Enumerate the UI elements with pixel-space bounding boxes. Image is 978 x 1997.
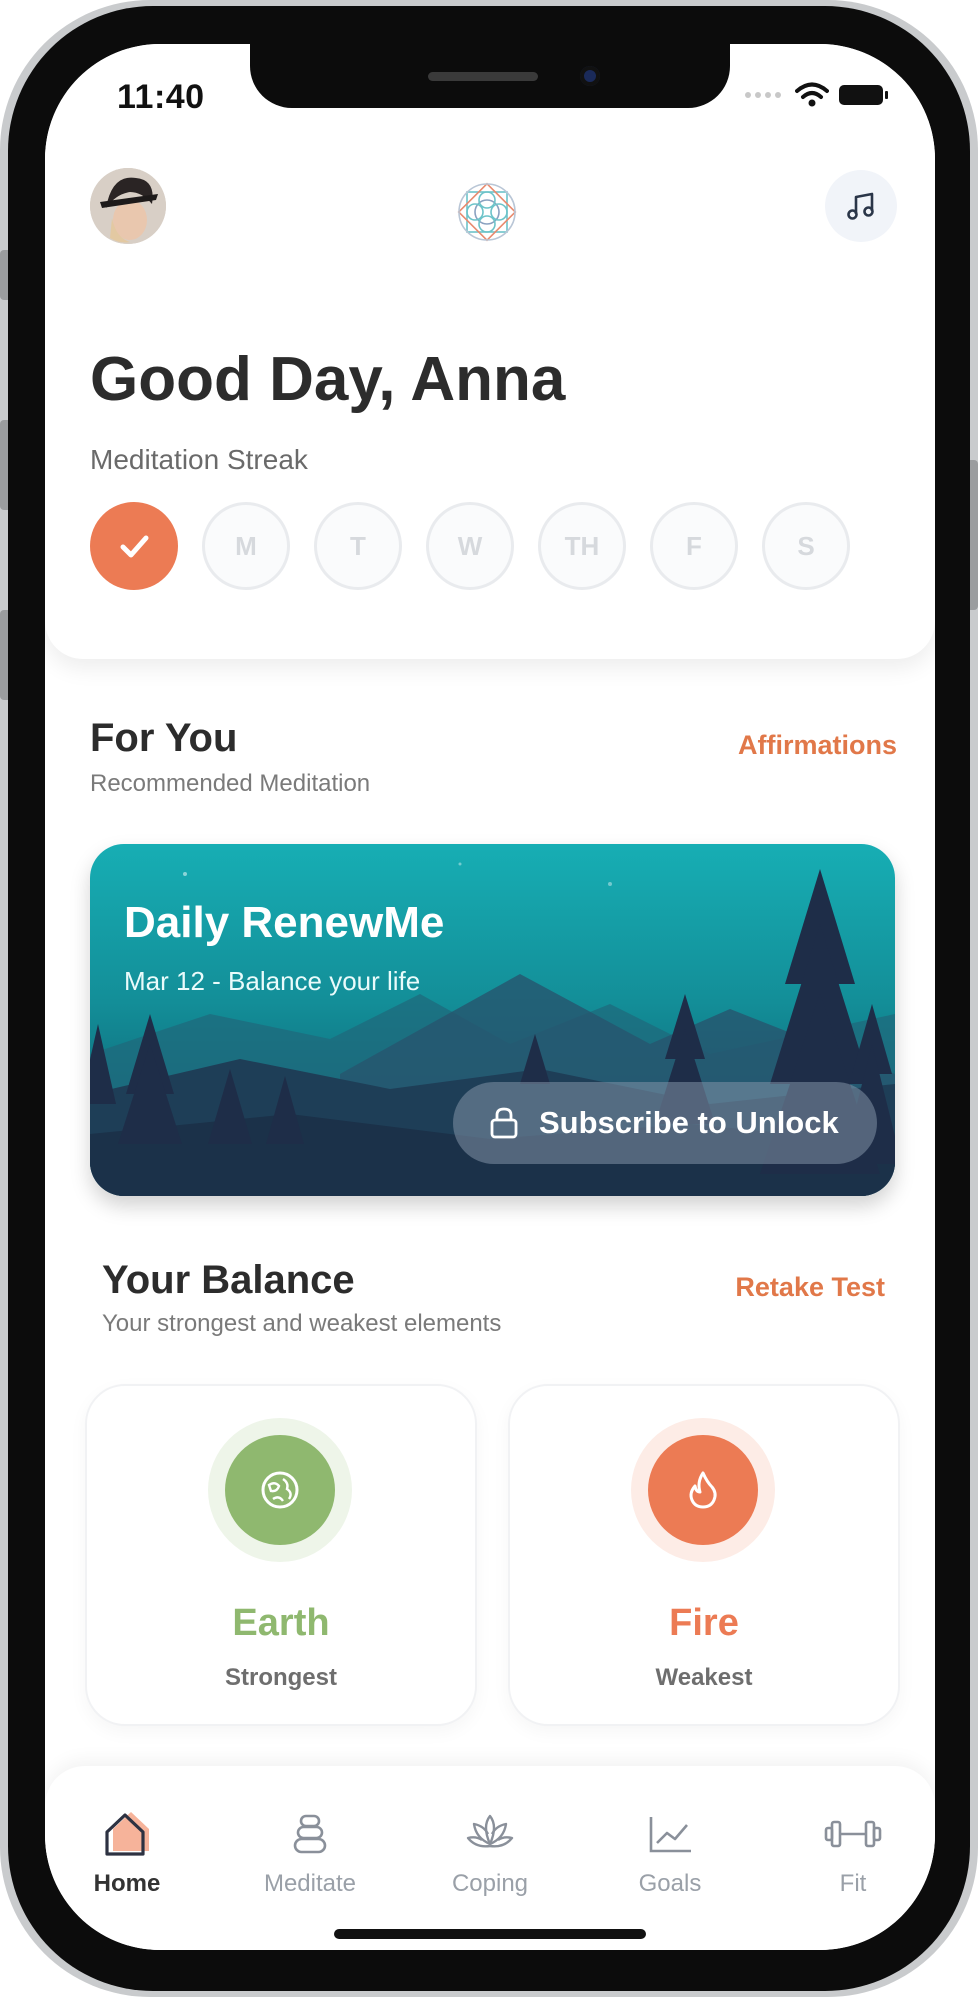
app-logo-icon (447, 172, 527, 252)
your-balance-subtitle: Your strongest and weakest elements (102, 1310, 502, 1337)
dumbbell-icon (824, 1820, 882, 1848)
streak-day-today[interactable] (90, 502, 178, 590)
tab-goals[interactable]: Goals (600, 1806, 740, 1898)
lock-icon (490, 1107, 518, 1139)
lotus-icon (466, 1814, 514, 1848)
balance-card-earth[interactable]: Earth Strongest (85, 1384, 477, 1726)
earth-name: Earth (232, 1602, 330, 1644)
home-indicator[interactable] (334, 1929, 646, 1939)
fire-ring (631, 1418, 775, 1562)
speaker (428, 72, 538, 81)
balance-card-fire[interactable]: Fire Weakest (508, 1384, 900, 1726)
tab-home-label: Home (93, 1870, 161, 1897)
front-camera (580, 66, 600, 86)
tab-fit-label: Fit (839, 1870, 867, 1897)
tab-fit[interactable]: Fit (783, 1806, 923, 1898)
screen: 11:40 Good Day, Anna Meditation Streak M… (45, 44, 935, 1950)
streak-day-saturday[interactable]: S (762, 502, 850, 590)
streak-day-friday[interactable]: F (650, 502, 738, 590)
streak-day-thursday[interactable]: TH (538, 502, 626, 590)
streak-day-tuesday[interactable]: T (314, 502, 402, 590)
stones-icon (293, 1814, 327, 1854)
streak-days: M T W TH F S (90, 502, 850, 590)
subscribe-to-unlock-button[interactable]: Subscribe to Unlock (453, 1082, 877, 1164)
tab-goals-label: Goals (638, 1870, 702, 1897)
tab-coping[interactable]: Coping (420, 1806, 560, 1898)
subscribe-label: Subscribe to Unlock (539, 1105, 839, 1140)
streak-day-wednesday[interactable]: W (426, 502, 514, 590)
tab-coping-label: Coping (451, 1870, 529, 1897)
tab-bar: Home Meditate Coping Goals Fit (45, 1766, 935, 1950)
fire-circle (648, 1435, 758, 1545)
earth-state: Strongest (224, 1664, 337, 1691)
fire-name: Fire (669, 1602, 739, 1644)
header-card: 11:40 Good Day, Anna Meditation Streak M… (45, 44, 935, 659)
music-button[interactable] (825, 170, 897, 242)
affirmations-link[interactable]: Affirmations (738, 730, 897, 761)
feature-subtitle: Mar 12 - Balance your life (124, 966, 421, 996)
music-note-icon (847, 192, 874, 220)
earth-icon (261, 1471, 299, 1509)
cellular-signal-icon (745, 92, 781, 98)
earth-circle (225, 1435, 335, 1545)
streak-label: Meditation Streak (90, 444, 308, 475)
tab-meditate[interactable]: Meditate (240, 1806, 380, 1898)
greeting-title: Good Day, Anna (90, 345, 566, 414)
fire-state: Weakest (655, 1664, 753, 1691)
battery-icon (839, 85, 888, 105)
chart-icon (649, 1817, 691, 1853)
tab-home[interactable]: Home (57, 1806, 197, 1898)
daily-renewme-card[interactable]: Daily RenewMe Mar 12 - Balance your life… (90, 844, 895, 1196)
avatar[interactable] (90, 168, 166, 244)
for-you-title: For You (90, 716, 238, 760)
home-icon (105, 1812, 149, 1856)
status-time: 11:40 (117, 78, 205, 116)
feature-title: Daily RenewMe (124, 898, 445, 947)
fire-icon (689, 1471, 717, 1509)
retake-test-link[interactable]: Retake Test (735, 1272, 885, 1303)
your-balance-title: Your Balance (102, 1258, 355, 1302)
earth-ring (208, 1418, 352, 1562)
streak-day-monday[interactable]: M (202, 502, 290, 590)
for-you-subtitle: Recommended Meditation (90, 770, 371, 797)
check-icon (120, 535, 149, 558)
notch (250, 44, 730, 108)
tab-meditate-label: Meditate (263, 1870, 357, 1897)
wifi-icon (795, 82, 829, 107)
status-icons (745, 82, 888, 108)
